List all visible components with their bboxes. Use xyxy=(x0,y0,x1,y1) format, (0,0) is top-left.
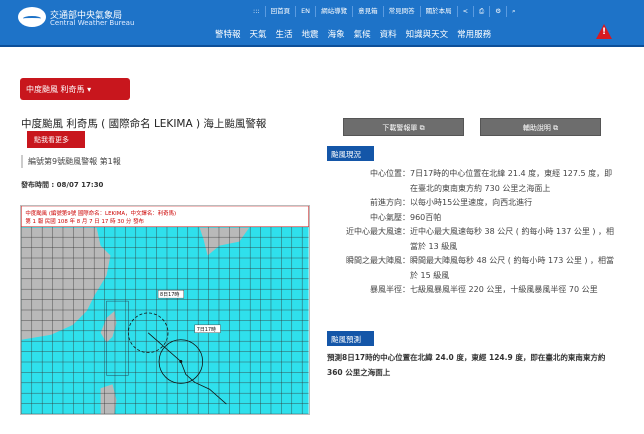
typhoon-select-dropdown[interactable]: 中度颱風 利奇馬 ▾ xyxy=(20,78,130,100)
report-number: 編號第9號颱風警報 第1報 xyxy=(21,155,121,168)
info-row: 暴風半徑： 七級風暴風半徑 220 公里，十級風暴風半徑 70 公里 xyxy=(325,283,615,298)
info-row: 近中心最大風速： 近中心最大風速每秒 38 公尺 ( 約每小時 137 公里 ) … xyxy=(325,225,615,254)
search-icon[interactable]: ⌕ xyxy=(506,6,521,17)
info-key: 前進方向： xyxy=(370,198,410,207)
info-key: 中心氣壓： xyxy=(370,212,410,222)
map-title-line1: 中度颱風 (編號第9號 國際命名：LEKIMA，中文譯名：利奇馬) xyxy=(25,209,176,217)
info-row: 瞬間之最大陣風： 瞬間最大陣風每秒 48 公尺 ( 約每小時 173 公里 ) ，… xyxy=(325,254,615,283)
info-value: 7日17時的中心位置在北緯 21.4 度，東經 127.5 度，即在臺北的東南東… xyxy=(410,169,613,193)
site-header: 交通部中央氣象局 Central Weather Bureau ::: 回首頁 … xyxy=(0,0,644,47)
top-link-sitemap[interactable]: 網站導覽 xyxy=(315,6,352,17)
top-link-en[interactable]: EN xyxy=(295,6,315,17)
nav-data[interactable]: 資料 xyxy=(380,28,397,40)
top-link[interactable]: ::: xyxy=(248,6,265,17)
main-nav: 警特報 天氣 生活 地震 海象 氣候 資料 知識與天文 常用服務 xyxy=(215,28,491,40)
info-row: 前進方向： 以每小時15公里速度，向西北進行 xyxy=(325,196,615,211)
org-name-en[interactable]: Central Weather Bureau xyxy=(50,19,134,27)
publish-time: 發布時間 : 08/07 17:30 xyxy=(21,181,104,189)
nav-marine[interactable]: 海象 xyxy=(328,28,345,40)
nav-life[interactable]: 生活 xyxy=(276,28,293,40)
warning-mark: ! xyxy=(602,27,607,37)
typhoon-track-map[interactable]: 中度颱風 (編號第9號 國際命名：LEKIMA，中文譯名：利奇馬) 第 1 報 … xyxy=(20,205,310,415)
info-value: 960百帕 xyxy=(410,212,442,222)
download-warning-button[interactable]: 下載警報單 ⧉ xyxy=(343,118,464,136)
forecast-text: 預測8日17時的中心位置在北緯 24.0 度，東經 124.9 度，即在臺北的東… xyxy=(327,353,606,377)
info-value: 瞬間最大陣風每秒 48 公尺 ( 約每小時 173 公里 ) ，相當於 15 級… xyxy=(410,256,615,280)
nav-climate[interactable]: 氣候 xyxy=(354,28,371,40)
forecast-heading: 颱風預測 xyxy=(327,331,374,346)
settings-icon[interactable]: ⚙ xyxy=(489,6,506,17)
print-icon[interactable]: ⎙ xyxy=(473,6,489,17)
top-link-feedback[interactable]: 意見箱 xyxy=(352,6,383,17)
top-link-about[interactable]: 關於本局 xyxy=(419,6,457,17)
top-link-home[interactable]: 回首頁 xyxy=(264,6,296,17)
more-button[interactable]: 點我看更多 xyxy=(27,131,85,148)
info-row: 中心氣壓： 960百帕 xyxy=(325,211,615,226)
current-status-heading: 颱風現況 xyxy=(327,146,374,161)
info-key: 中心位置： xyxy=(370,169,410,178)
current-label: 7日17時 xyxy=(197,327,216,333)
forecast-label: 8日17時 xyxy=(160,292,179,298)
info-key: 瞬間之最大陣風： xyxy=(346,256,410,265)
top-links: ::: 回首頁 EN 網站導覽 意見箱 常見問答 關於本局 < ⎙ ⚙ ⌕ xyxy=(248,6,521,17)
page-title: 中度颱風 利奇馬 ( 國際命名 LEKIMA ) 海上颱風警報 xyxy=(21,118,267,130)
share-icon[interactable]: < xyxy=(456,6,473,17)
info-value: 近中心最大風速每秒 38 公尺 ( 約每小時 137 公里 ) ，相當於 13 … xyxy=(410,227,615,251)
help-button[interactable]: 輔助說明 ⧉ xyxy=(480,118,601,136)
info-key: 暴風半徑： xyxy=(370,285,410,294)
info-value: 七級風暴風半徑 220 公里，十級風暴風半徑 70 公里 xyxy=(410,285,598,294)
warning-icon[interactable]: ! xyxy=(596,24,612,39)
info-key: 近中心最大風速： xyxy=(346,227,410,236)
map-title-line2: 第 1 報 民國 108 年 8 月 7 日 17 時 30 分 發布 xyxy=(25,217,144,225)
cwb-logo-icon[interactable] xyxy=(18,7,46,27)
nav-weather[interactable]: 天氣 xyxy=(250,28,267,40)
info-row: 中心位置： 7日17時的中心位置在北緯 21.4 度，東經 127.5 度，即在臺… xyxy=(325,167,615,196)
nav-earthquake[interactable]: 地震 xyxy=(302,28,319,40)
top-link-faq[interactable]: 常見問答 xyxy=(382,6,420,17)
nav-knowledge[interactable]: 知識與天文 xyxy=(406,28,449,40)
current-status-list: 中心位置： 7日17時的中心位置在北緯 21.4 度，東經 127.5 度，即在臺… xyxy=(325,167,615,298)
info-value: 以每小時15公里速度，向西北進行 xyxy=(410,198,533,207)
nav-warnings[interactable]: 警特報 xyxy=(215,28,241,40)
nav-services[interactable]: 常用服務 xyxy=(457,28,491,40)
